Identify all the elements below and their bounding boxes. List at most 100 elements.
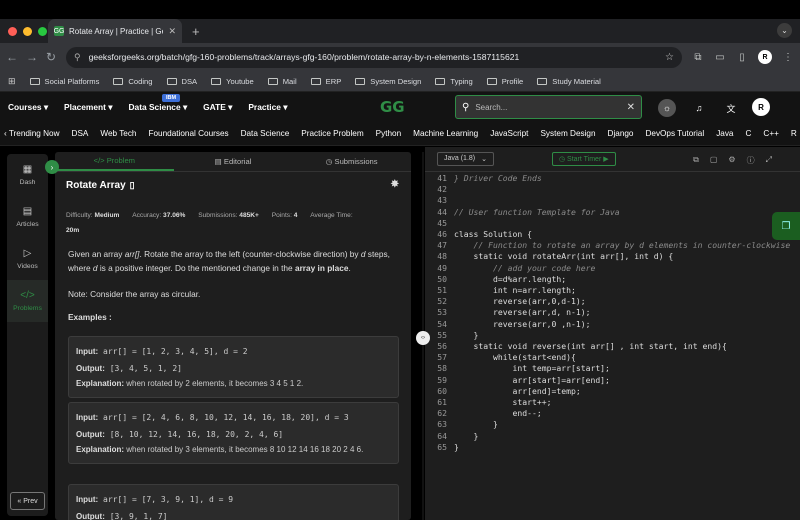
resize-handle-icon[interactable]: ‹› — [416, 331, 430, 345]
back-arrow-icon[interactable]: ← — [6, 50, 18, 64]
menu-gate[interactable]: GATE ▾ — [203, 102, 232, 112]
topic-machine-learning[interactable]: Machine Learning — [413, 129, 478, 138]
code-line[interactable]: d=d%arr.length; — [454, 274, 800, 285]
gfg-logo[interactable]: GG — [380, 98, 405, 116]
tab-editorial[interactable]: ▤ Editorial — [174, 152, 293, 171]
topic-web-tech[interactable]: Web Tech — [100, 129, 136, 138]
report-bug-icon[interactable]: ✸ — [391, 179, 399, 190]
bookmark-star-icon[interactable]: ☆ — [665, 52, 674, 63]
topic-cpp[interactable]: C++ — [763, 129, 778, 138]
bookmark-icon[interactable]: ▯ — [130, 180, 135, 191]
code-line[interactable]: int temp=arr[start]; — [454, 363, 800, 374]
code-line[interactable]: static void reverse(int arr[] , int star… — [454, 341, 800, 352]
rail-problems[interactable]: </> Problems — [7, 280, 48, 322]
code-line[interactable] — [454, 218, 800, 229]
topic-python[interactable]: Python — [376, 129, 402, 138]
topic-data-science[interactable]: Data Science — [241, 129, 290, 138]
menu-placement[interactable]: Placement ▾ — [64, 102, 112, 112]
bookmark-study-material[interactable]: Study Material — [537, 77, 601, 86]
fullscreen-icon[interactable]: ⤢ — [766, 155, 772, 166]
topic-dsa[interactable]: DSA — [72, 129, 89, 138]
reload-icon[interactable]: ↻ — [46, 50, 56, 64]
code-line[interactable]: start++; — [454, 397, 800, 408]
code-line[interactable]: } — [454, 431, 800, 442]
notification-bell-icon[interactable]: ♫ — [690, 99, 708, 117]
code-line[interactable]: end--; — [454, 408, 800, 419]
expand-panel-icon[interactable]: › — [45, 160, 59, 174]
code-line[interactable] — [454, 184, 800, 195]
code-line[interactable]: arr[end]=temp; — [454, 386, 800, 397]
code-line[interactable]: // add your code here — [454, 263, 800, 274]
bookmark-coding[interactable]: Coding — [113, 77, 153, 86]
extensions-icon[interactable]: ⧉ — [692, 52, 704, 63]
apps-grid-icon[interactable]: ⊞ — [8, 76, 16, 87]
translate-icon[interactable]: 文 — [722, 99, 740, 117]
code-line[interactable] — [454, 195, 800, 206]
rail-articles[interactable]: ▤ Articles — [7, 196, 48, 238]
reset-icon[interactable]: ▢ — [710, 155, 718, 166]
prev-button[interactable]: « Prev — [10, 492, 45, 510]
code-line[interactable]: } — [454, 419, 800, 430]
topic-foundational-courses[interactable]: Foundational Courses — [148, 129, 228, 138]
theme-toggle-icon[interactable]: ☼ — [658, 99, 676, 117]
code-line[interactable]: reverse(arr,0,d-1); — [454, 296, 800, 307]
topic-r[interactable]: R — [791, 129, 797, 138]
topic-practice-problem[interactable]: Practice Problem — [301, 129, 363, 138]
start-timer-button[interactable]: ◷ Start Timer ▶ — [552, 152, 616, 166]
close-window-button[interactable] — [8, 26, 17, 36]
topic-c[interactable]: C — [745, 129, 751, 138]
code-line[interactable]: arr[start]=arr[end]; — [454, 375, 800, 386]
sidebar-icon[interactable]: ▯ — [736, 52, 748, 63]
new-tab-icon[interactable]: + — [192, 24, 200, 39]
bookmark-mail[interactable]: Mail — [267, 77, 297, 86]
menu-courses[interactable]: Courses ▾ — [8, 102, 48, 112]
browser-tab-active[interactable]: GG Rotate Array | Practice | Geek ✕ — [48, 19, 182, 43]
gfg-user-avatar[interactable]: R — [752, 98, 770, 116]
topic-java[interactable]: Java — [716, 129, 733, 138]
forward-arrow-icon[interactable]: → — [26, 50, 38, 64]
site-info-icon[interactable]: ⚲ — [74, 52, 81, 63]
rail-dash[interactable]: ▦ Dash — [7, 154, 48, 196]
rail-videos[interactable]: ▷ Videos — [7, 238, 48, 280]
tab-problem[interactable]: </> Problem — [55, 152, 174, 171]
clear-search-icon[interactable]: ✕ — [627, 102, 635, 113]
bookmark-profile[interactable]: Profile — [486, 77, 523, 86]
profile-avatar[interactable]: R — [758, 50, 772, 64]
topic-django[interactable]: Django — [608, 129, 634, 138]
bookmark-erp[interactable]: ERP — [310, 77, 341, 86]
code-line[interactable]: } — [454, 442, 800, 453]
code-line[interactable]: } Driver Code Ends — [454, 173, 800, 184]
bookmark-youtube[interactable]: Youtube — [211, 77, 254, 86]
minimize-window-button[interactable] — [23, 26, 32, 36]
info-icon[interactable]: ⓘ — [747, 155, 755, 166]
gfg-search-box[interactable]: ⚲ Search... ✕ — [455, 95, 642, 119]
code-line[interactable]: } — [454, 330, 800, 341]
settings-icon[interactable]: ⚙ — [728, 155, 735, 166]
code-line[interactable]: // Function to rotate an array by d elem… — [454, 240, 800, 251]
code-line[interactable]: reverse(arr,d, n-1); — [454, 307, 800, 318]
copy-icon[interactable]: ⧉ — [693, 155, 699, 166]
code-line[interactable]: int n=arr.length; — [454, 285, 800, 296]
code-line[interactable]: class Solution { — [454, 229, 800, 240]
close-tab-icon[interactable]: ✕ — [168, 26, 176, 37]
menu-practice[interactable]: Practice ▾ — [248, 102, 287, 112]
browser-menu-icon[interactable]: ⋮ — [782, 52, 794, 63]
topic-trending-now[interactable]: ‹ Trending Now — [4, 129, 60, 138]
maximize-window-button[interactable] — [38, 26, 47, 36]
code-area[interactable]: 41 42 43 44 45 46 47 48 49 50 51 52 53 54 55 56 57 58 59 60… — [425, 173, 800, 520]
code-lines[interactable]: } Driver Code Ends // User function Temp… — [454, 173, 800, 453]
code-line[interactable]: static void rotateArr(int arr[], int d) … — [454, 251, 800, 262]
topic-devops[interactable]: DevOps Tutorial — [645, 129, 704, 138]
topic-system-design[interactable]: System Design — [540, 129, 595, 138]
bookmark-dsa[interactable]: DSA — [166, 77, 197, 86]
url-bar[interactable]: ⚲ geeksforgeeks.org/batch/gfg-160-proble… — [66, 46, 682, 68]
code-line[interactable]: // User function Template for Java — [454, 207, 800, 218]
bookmark-system-design[interactable]: System Design — [355, 77, 421, 86]
tab-submissions[interactable]: ◷ Submissions — [292, 152, 411, 171]
menu-data-science[interactable]: Data Science ▾ — [128, 102, 187, 112]
tab-search-chevron-icon[interactable]: ⌄ — [777, 23, 792, 38]
bookmark-social-platforms[interactable]: Social Platforms — [29, 77, 99, 86]
topic-javascript[interactable]: JavaScript — [490, 129, 528, 138]
language-select[interactable]: Java (1.8) ⌄ — [437, 152, 494, 166]
search-input[interactable]: Search... — [475, 103, 620, 112]
